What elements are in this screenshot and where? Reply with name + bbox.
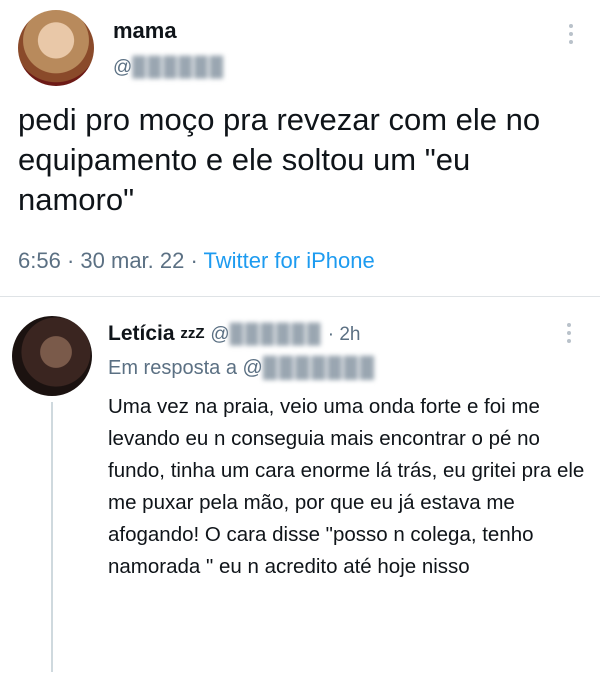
reply-author-header: Letícia zzZ @██████ · 2h bbox=[108, 322, 361, 346]
reply-handle-obscured: ██████ bbox=[229, 324, 323, 345]
reply-to-line: Em resposta a @███████ bbox=[108, 357, 376, 380]
more-icon[interactable] bbox=[567, 323, 571, 343]
tweet-date[interactable]: 30 mar. 22 bbox=[80, 248, 184, 273]
tweet-meta: 6:56 · 30 mar. 22 · Twitter for iPhone bbox=[18, 248, 375, 274]
reply-text: Uma vez na praia, veio uma onda forte e … bbox=[108, 395, 585, 578]
handle-at: @ bbox=[113, 57, 133, 78]
reply-to-label: Em resposta a bbox=[108, 357, 237, 379]
author-name[interactable]: mama bbox=[113, 18, 177, 44]
author-handle[interactable]: @██████ bbox=[113, 57, 225, 79]
author-avatar[interactable] bbox=[18, 10, 94, 86]
tweet-source[interactable]: Twitter for iPhone bbox=[204, 248, 375, 273]
reply-handle-at: @ bbox=[210, 324, 230, 345]
reply-handle[interactable]: @██████ · 2h bbox=[210, 324, 360, 345]
divider bbox=[0, 296, 600, 297]
meta-separator: · bbox=[66, 248, 75, 273]
tweet-text: pedi pro moço pra revezar com ele no equ… bbox=[18, 102, 541, 217]
tweet-time[interactable]: 6:56 bbox=[18, 248, 61, 273]
reply-separator: · bbox=[327, 324, 335, 345]
reply-to-handle[interactable]: @███████ bbox=[243, 357, 377, 379]
thread-line bbox=[51, 402, 53, 672]
meta-separator: · bbox=[190, 248, 198, 273]
reply-age[interactable]: 2h bbox=[339, 324, 360, 345]
reply-author-name[interactable]: Letícia bbox=[108, 322, 175, 345]
more-icon[interactable] bbox=[569, 24, 573, 44]
zz-emoji: zzZ bbox=[180, 325, 205, 342]
reply-author-avatar[interactable] bbox=[12, 316, 92, 396]
handle-obscured: ██████ bbox=[132, 57, 226, 78]
reply-to-at: @ bbox=[242, 357, 263, 379]
reply-to-obscured: ███████ bbox=[262, 357, 377, 379]
